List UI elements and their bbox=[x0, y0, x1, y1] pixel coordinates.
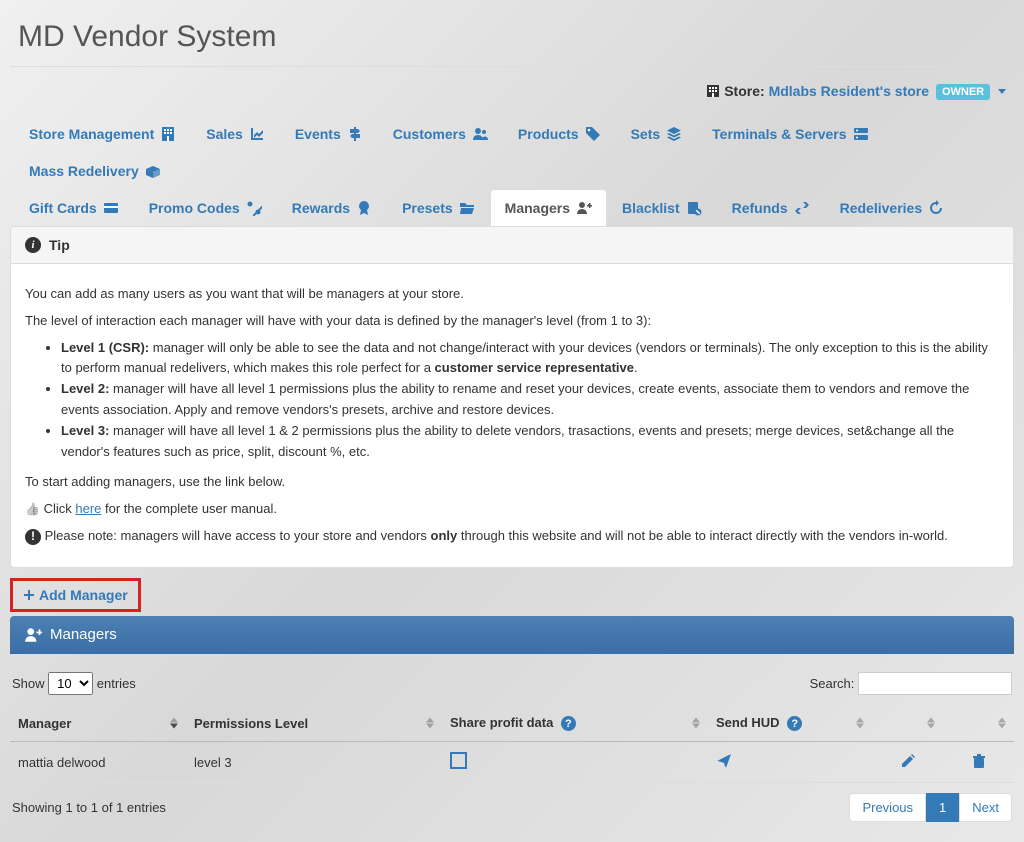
datatable-info: Showing 1 to 1 of 1 entries bbox=[12, 800, 166, 815]
tip-start: To start adding managers, use the link b… bbox=[25, 472, 999, 493]
sort-icon bbox=[856, 718, 864, 729]
managers-panel-heading: Managers bbox=[10, 616, 1014, 654]
nav-rewards[interactable]: Rewards bbox=[277, 189, 387, 226]
store-selector-line: Store: Mdlabs Resident's store OWNER bbox=[10, 77, 1014, 115]
tip-level3: Level 3: manager will have all level 1 &… bbox=[61, 421, 999, 463]
ban-list-icon bbox=[686, 200, 702, 216]
col-send-hud[interactable]: Send HUD ? bbox=[708, 705, 872, 742]
delete-button[interactable] bbox=[971, 757, 987, 772]
nav-refunds[interactable]: Refunds bbox=[717, 189, 825, 226]
box-open-icon bbox=[145, 163, 161, 179]
nav-gift-cards[interactable]: Gift Cards bbox=[14, 189, 134, 226]
nav-events[interactable]: Events bbox=[280, 115, 378, 152]
col-manager[interactable]: Manager bbox=[10, 705, 186, 742]
history-icon bbox=[928, 200, 944, 216]
main-nav-row1: Store Management Sales Events Customers … bbox=[10, 115, 1014, 189]
tip-manual-line: Click here for the complete user manual. bbox=[25, 499, 999, 520]
nav-customers[interactable]: Customers bbox=[378, 115, 503, 152]
edit-button[interactable] bbox=[900, 757, 916, 772]
page-length-select[interactable]: 10 bbox=[48, 672, 93, 695]
nav-sales[interactable]: Sales bbox=[191, 115, 280, 152]
users-icon bbox=[472, 126, 488, 142]
sort-icon bbox=[927, 718, 935, 729]
cell-permissions: level 3 bbox=[186, 742, 442, 783]
manual-link[interactable]: here bbox=[75, 501, 101, 516]
cell-send-hud bbox=[708, 742, 872, 783]
main-nav-row2: Gift Cards Promo Codes Rewards Presets M… bbox=[10, 189, 1014, 226]
server-icon bbox=[853, 126, 869, 142]
tip-heading: i Tip bbox=[11, 227, 1013, 264]
col-delete bbox=[943, 705, 1014, 742]
sort-icon bbox=[692, 718, 700, 729]
col-share-profit[interactable]: Share profit data ? bbox=[442, 705, 708, 742]
sort-icon bbox=[170, 718, 178, 729]
nav-sets[interactable]: Sets bbox=[616, 115, 698, 152]
nav-terminals[interactable]: Terminals & Servers bbox=[697, 115, 883, 152]
caret-down-icon bbox=[998, 89, 1006, 94]
nav-redeliveries[interactable]: Redeliveries bbox=[825, 189, 960, 226]
help-icon[interactable]: ? bbox=[561, 716, 576, 731]
datatable-length: Show 10 entries bbox=[12, 672, 136, 695]
tip-level1: Level 1 (CSR): manager will only be able… bbox=[61, 338, 999, 380]
help-icon[interactable]: ? bbox=[787, 716, 802, 731]
thumbs-up-icon bbox=[25, 501, 40, 516]
pagination: Previous 1 Next bbox=[849, 793, 1012, 822]
user-plus-icon bbox=[24, 626, 42, 644]
nav-promo-codes[interactable]: Promo Codes bbox=[134, 189, 277, 226]
cell-manager: mattia delwood bbox=[10, 742, 186, 783]
store-prefix: Store: bbox=[724, 83, 764, 99]
col-edit bbox=[872, 705, 943, 742]
building-icon bbox=[160, 126, 176, 142]
cell-share-profit bbox=[442, 742, 708, 783]
credit-card-icon bbox=[103, 200, 119, 216]
chart-line-icon bbox=[249, 126, 265, 142]
nav-products[interactable]: Products bbox=[503, 115, 616, 152]
table-row: mattia delwood level 3 bbox=[10, 742, 1014, 783]
col-permissions[interactable]: Permissions Level bbox=[186, 705, 442, 742]
managers-table: Manager Permissions Level Share profit d… bbox=[10, 705, 1014, 784]
exchange-icon bbox=[794, 200, 810, 216]
nav-blacklist[interactable]: Blacklist bbox=[607, 189, 717, 226]
sort-icon bbox=[998, 718, 1006, 729]
nav-store-management[interactable]: Store Management bbox=[14, 115, 191, 152]
info-circle-icon: i bbox=[25, 237, 41, 253]
building-icon bbox=[706, 84, 720, 98]
sort-icon bbox=[426, 718, 434, 729]
add-manager-button[interactable]: Add Manager bbox=[10, 578, 141, 612]
percent-icon bbox=[246, 200, 262, 216]
tip-intro1: You can add as many users as you want th… bbox=[25, 284, 999, 305]
page-1-button[interactable]: 1 bbox=[926, 793, 959, 822]
user-plus-icon bbox=[576, 200, 592, 216]
tip-note: ! Please note: managers will have access… bbox=[25, 526, 999, 547]
datatable-search: Search: bbox=[810, 672, 1012, 695]
tip-level2: Level 2: manager will have all level 1 p… bbox=[61, 379, 999, 421]
signpost-icon bbox=[347, 126, 363, 142]
nav-mass-redelivery[interactable]: Mass Redelivery bbox=[14, 152, 176, 189]
tip-intro2: The level of interaction each manager wi… bbox=[25, 311, 999, 332]
prev-page-button[interactable]: Previous bbox=[849, 793, 926, 822]
folder-open-icon bbox=[459, 200, 475, 216]
plus-icon bbox=[23, 589, 35, 601]
page-title: MD Vendor System bbox=[10, 0, 1014, 67]
tags-icon bbox=[585, 126, 601, 142]
store-dropdown[interactable]: Mdlabs Resident's store OWNER bbox=[769, 83, 1006, 99]
layers-icon bbox=[666, 126, 682, 142]
owner-badge: OWNER bbox=[936, 84, 990, 100]
search-input[interactable] bbox=[858, 672, 1012, 695]
tip-panel: i Tip You can add as many users as you w… bbox=[10, 226, 1014, 568]
nav-presets[interactable]: Presets bbox=[387, 189, 490, 226]
send-hud-button[interactable] bbox=[716, 757, 732, 772]
award-icon bbox=[356, 200, 372, 216]
next-page-button[interactable]: Next bbox=[959, 793, 1012, 822]
exclamation-circle-icon: ! bbox=[25, 529, 41, 545]
nav-managers[interactable]: Managers bbox=[490, 189, 607, 226]
